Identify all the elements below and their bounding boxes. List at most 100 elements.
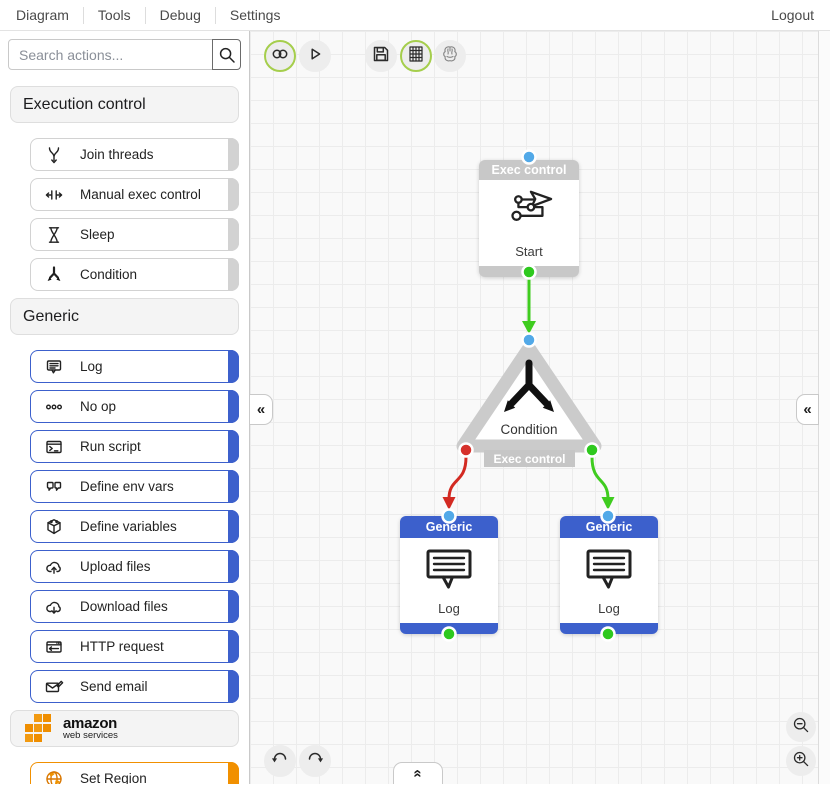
edges-layer: Condition Exec control xyxy=(250,31,830,784)
menu-separator xyxy=(83,7,84,24)
drag-handle xyxy=(228,470,239,503)
menu-diagram[interactable]: Diagram xyxy=(16,7,69,23)
palette-item-define-env-vars[interactable]: Define env vars xyxy=(30,470,239,503)
zoom-in-button[interactable] xyxy=(786,746,816,776)
section-generic: Generic Log No op xyxy=(0,298,249,703)
redo-button[interactable] xyxy=(299,745,331,777)
port-output-false[interactable] xyxy=(460,444,473,457)
zoom-in-icon xyxy=(791,749,811,774)
logout-button[interactable]: Logout xyxy=(771,7,814,23)
aws-logo-amazon: amazon xyxy=(63,717,118,731)
drag-handle xyxy=(228,350,239,383)
palette-item-join-threads[interactable]: Join threads xyxy=(30,138,239,171)
drag-handle xyxy=(228,138,239,171)
zoom-out-icon xyxy=(791,715,811,740)
cube-icon xyxy=(43,517,65,537)
diagram-canvas[interactable]: Exec control Start Generic xyxy=(250,31,830,784)
section-execution-control: Execution control Join threads Manual xyxy=(0,86,249,291)
node-condition[interactable] xyxy=(463,348,595,446)
menubar: Diagram Tools Debug Settings Logout xyxy=(0,0,830,31)
palette-item-define-variables[interactable]: Define variables xyxy=(30,510,239,543)
palette-item-label: Run script xyxy=(80,439,141,454)
palette-item-label: Join threads xyxy=(80,147,154,162)
undo-icon xyxy=(269,748,291,775)
node-log-right[interactable]: Generic Log xyxy=(560,516,658,634)
palette-item-label: Log xyxy=(80,359,103,374)
zoom-out-button[interactable] xyxy=(786,712,816,742)
port-input[interactable] xyxy=(443,510,456,523)
node-type-badge-label: Exec control xyxy=(493,452,565,466)
node-type-badge xyxy=(484,450,575,467)
log-bubble-icon xyxy=(583,546,635,597)
port-output[interactable] xyxy=(523,266,536,279)
cloud-upload-icon xyxy=(43,557,65,577)
node-log-left[interactable]: Generic Log xyxy=(400,516,498,634)
expand-right-panel-button[interactable]: « xyxy=(796,394,819,425)
join-threads-icon xyxy=(43,145,65,165)
menu-settings[interactable]: Settings xyxy=(230,7,281,23)
browser-arrows-icon xyxy=(43,637,65,657)
drag-handle xyxy=(228,430,239,463)
palette-item-label: Define variables xyxy=(80,519,177,534)
branch-icon xyxy=(43,265,65,285)
aws-cubes-icon xyxy=(23,714,57,744)
grid-icon xyxy=(405,43,427,70)
palette-item-condition[interactable]: Condition xyxy=(30,258,239,291)
menu-tools[interactable]: Tools xyxy=(98,7,131,23)
palette-item-http-request[interactable]: HTTP request xyxy=(30,630,239,663)
palette-item-run-script[interactable]: Run script xyxy=(30,430,239,463)
email-pencil-icon xyxy=(43,677,65,697)
toggle-grid-button[interactable] xyxy=(400,40,432,72)
palette-item-log[interactable]: Log xyxy=(30,350,239,383)
drag-handle xyxy=(228,510,239,543)
collapsed-right-panel xyxy=(818,31,830,784)
palette-item-label: Download files xyxy=(80,599,168,614)
edge-condition-true[interactable] xyxy=(592,457,608,499)
link-mode-button[interactable] xyxy=(264,40,296,72)
port-input[interactable] xyxy=(602,510,615,523)
menu-debug[interactable]: Debug xyxy=(160,7,201,23)
palette-item-send-email[interactable]: Send email xyxy=(30,670,239,703)
drag-handle xyxy=(228,178,239,211)
route-start-icon xyxy=(502,187,556,240)
save-button[interactable] xyxy=(365,40,397,72)
palette-item-label: Set Region xyxy=(80,771,147,784)
globe-icon xyxy=(43,769,65,785)
port-output[interactable] xyxy=(602,628,615,641)
edge-condition-false[interactable] xyxy=(449,457,466,499)
chevron-double-left-icon: « xyxy=(257,401,265,418)
port-input[interactable] xyxy=(523,334,536,347)
drag-handle xyxy=(228,762,239,784)
search-input[interactable] xyxy=(8,39,213,70)
run-button[interactable] xyxy=(299,40,331,72)
terminal-icon xyxy=(43,437,65,457)
save-icon xyxy=(370,43,392,70)
brain-icon xyxy=(439,43,461,70)
auto-layout-button[interactable] xyxy=(434,40,466,72)
undo-button[interactable] xyxy=(264,745,296,777)
node-start[interactable]: Exec control Start xyxy=(479,160,579,277)
section-title: Generic xyxy=(10,298,239,335)
workflow-editor-app: Diagram Tools Debug Settings Logout Exec… xyxy=(0,0,830,784)
drag-handle xyxy=(228,258,239,291)
section-title-aws: amazon web services xyxy=(10,710,239,747)
log-bubble-icon xyxy=(423,546,475,597)
port-input[interactable] xyxy=(523,151,536,164)
palette-item-download-files[interactable]: Download files xyxy=(30,590,239,623)
palette-item-upload-files[interactable]: Upload files xyxy=(30,550,239,583)
search-button[interactable] xyxy=(212,39,241,70)
expand-bottom-panel-button[interactable]: « xyxy=(393,762,443,784)
palette-item-no-op[interactable]: No op xyxy=(30,390,239,423)
port-output[interactable] xyxy=(443,628,456,641)
palette-item-sleep[interactable]: Sleep xyxy=(30,218,239,251)
collapse-sidebar-button[interactable]: « xyxy=(250,394,273,425)
palette-item-set-region[interactable]: Set Region xyxy=(30,762,239,784)
palette-item-manual-exec-control[interactable]: Manual exec control xyxy=(30,178,239,211)
section-title: Execution control xyxy=(10,86,239,123)
hourglass-icon xyxy=(43,225,65,245)
port-output-true[interactable] xyxy=(586,444,599,457)
node-label: Start xyxy=(515,244,542,259)
play-icon xyxy=(304,43,326,70)
drag-handle xyxy=(228,630,239,663)
aws-logo: amazon web services xyxy=(23,714,118,744)
